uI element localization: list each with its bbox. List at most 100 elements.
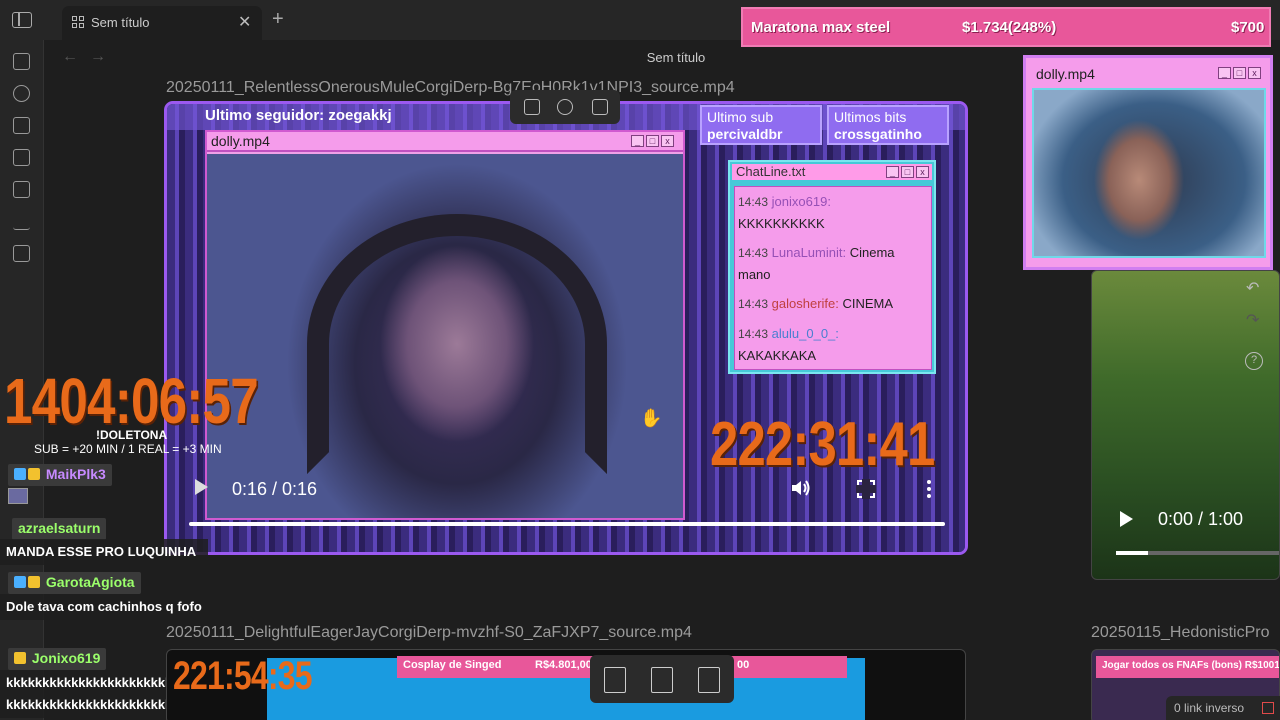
chat-line: 14:43 galosherife: CINEMA xyxy=(738,293,928,315)
video-progress-bar[interactable] xyxy=(189,522,945,526)
redo-icon[interactable]: ↷ xyxy=(1246,310,1259,330)
files-icon[interactable] xyxy=(13,53,30,70)
forward-button[interactable]: → xyxy=(90,48,106,66)
chat-user: galosherife: xyxy=(771,296,839,311)
chat-window-buttons: _ □ x xyxy=(886,166,929,178)
chat-message: KKKKKKKKKK xyxy=(738,216,825,231)
play-icon[interactable] xyxy=(1120,511,1133,527)
bottom-embed-filename: 20250111_DelightfulEagerJayCorgiDerp-mvz… xyxy=(166,624,692,641)
calendar-icon[interactable] xyxy=(13,149,30,166)
chat-body: 14:43 jonixo619: KKKKKKKKKK 14:43 LunaLum… xyxy=(734,186,932,370)
floating-dolly-title: dolly.mp4 xyxy=(1036,66,1095,82)
subathon-timer: 1404:06:57 xyxy=(4,365,259,437)
copy-icon[interactable] xyxy=(13,181,30,198)
tab-sem-titulo[interactable]: Sem título ✕ xyxy=(62,6,262,40)
chat-line: 14:43 alulu_0_0_: KAKAKKAKA xyxy=(738,323,928,366)
help-icon[interactable]: ? xyxy=(1245,352,1263,370)
last-sub-label: Ultimo sub xyxy=(707,109,774,125)
sidebar-toggle-icon[interactable] xyxy=(12,12,32,28)
chat-user: jonixo619: xyxy=(771,194,831,209)
last-bits-value: crossgatinho xyxy=(834,126,922,142)
back-button[interactable]: ← xyxy=(62,48,78,66)
overlay-timer: 222:31:41 xyxy=(710,410,935,479)
chat-message: CINEMA xyxy=(842,296,894,311)
floating-dolly-window[interactable]: dolly.mp4 _ □ x xyxy=(1023,55,1273,270)
floating-webcam-video xyxy=(1032,88,1266,258)
user-name: GarotaAgiota xyxy=(45,574,135,590)
stream-chat-user: MaikPlk3 xyxy=(8,464,112,486)
fullscreen-icon[interactable] xyxy=(856,479,876,499)
close-tab-icon[interactable]: ✕ xyxy=(238,12,251,32)
right-video-progress-fill xyxy=(1116,551,1148,555)
badge-icon xyxy=(14,576,26,588)
inner-dolly-window: dolly.mp4 _ □ x xyxy=(205,130,685,520)
crown-icon xyxy=(28,576,40,588)
bottom-goal-amount-2: 00 xyxy=(737,659,750,671)
banner-amount: $1.734(248%) xyxy=(962,19,1057,36)
subathon-rules: SUB = +20 MIN / 1 REAL = +3 MIN xyxy=(34,442,222,456)
banner-goal: $700 xyxy=(1231,19,1265,36)
bottom-overlay-timer: 221:54:35 xyxy=(173,654,313,698)
bottom-right-filename: 20250115_HedonisticPro xyxy=(1091,624,1270,641)
bottom-right-goal-text: Jogar todos os FNAFs (bons) R$10015 xyxy=(1102,660,1280,671)
chat-window: ChatLine.txt _ □ x 14:43 jonixo619: KKKKKKK… xyxy=(728,160,936,374)
hand-cursor-icon: ✋ xyxy=(640,408,663,428)
document-title: Sem título xyxy=(646,50,706,65)
play-icon[interactable] xyxy=(195,479,208,495)
more-options-icon[interactable] xyxy=(927,480,931,498)
right-video-progress[interactable] xyxy=(1116,551,1279,555)
last-bits-box: Ultimos bits crossgatinho xyxy=(827,105,949,145)
last-sub-box: Ultimo sub percivaldbr xyxy=(700,105,822,145)
file-image-icon[interactable] xyxy=(698,667,720,693)
graph-icon[interactable] xyxy=(13,85,30,102)
stream-chat-message: Dole tava com cachinhos q fofo xyxy=(0,594,208,620)
crown-icon xyxy=(28,468,40,480)
status-bar: 0 link inverso xyxy=(1166,696,1280,720)
chat-user: alulu_0_0_: xyxy=(771,326,839,341)
main-embed-filename: 20250111_RelentlessOnerousMuleCorgiDerp-… xyxy=(166,79,735,96)
chat-user: LunaLuminit: xyxy=(771,245,847,260)
canvas-icon xyxy=(72,16,84,28)
bottom-video-embed[interactable]: Cosplay de Singed R$4.801,00 00 221:54:3… xyxy=(166,649,966,720)
chat-time: 14:43 xyxy=(738,327,769,341)
list-icon[interactable] xyxy=(13,245,30,262)
tab-label: Sem título xyxy=(91,15,150,30)
zoom-icon[interactable] xyxy=(592,99,608,115)
backlinks-count[interactable]: 0 link inverso xyxy=(1174,701,1244,715)
inner-dolly-title: dolly.mp4 xyxy=(211,133,270,149)
last-sub-value: percivaldbr xyxy=(707,126,783,142)
stream-chat-message: MANDA ESSE PRO LUQUINHA xyxy=(0,539,208,565)
file-icon[interactable] xyxy=(604,667,626,693)
file-toolbar xyxy=(590,655,734,703)
subathon-caption: !DOLETONA xyxy=(96,428,168,442)
chat-titlebar: ChatLine.txt _ □ x xyxy=(732,164,932,180)
file-text-icon[interactable] xyxy=(651,667,673,693)
chat-time: 14:43 xyxy=(738,195,769,209)
chat-title: ChatLine.txt xyxy=(736,164,806,179)
user-name: Jonixo619 xyxy=(31,650,101,666)
new-tab-button[interactable]: + xyxy=(272,9,284,29)
window-buttons: _ □ x xyxy=(631,135,674,147)
chat-line: 14:43 LunaLuminit: Cinema mano xyxy=(738,242,928,285)
no-link-icon[interactable] xyxy=(1262,702,1274,714)
trash-icon[interactable] xyxy=(524,99,540,115)
undo-icon[interactable]: ↶ xyxy=(1246,278,1259,298)
crown-icon xyxy=(14,652,26,664)
chat-time: 14:43 xyxy=(738,297,769,311)
user-name: MaikPlk3 xyxy=(45,466,106,482)
palette-icon[interactable] xyxy=(557,99,573,115)
bottom-goal-amount: R$4.801,00 xyxy=(535,659,592,671)
embed-toolbar xyxy=(510,90,620,124)
grid-icon[interactable] xyxy=(13,117,30,134)
headphones-shape xyxy=(307,214,607,474)
donation-goal-banner: Maratona max steel $1.734(248%) $700 xyxy=(741,7,1271,47)
right-video-time: 0:00 / 1:00 xyxy=(1158,509,1244,529)
last-follower-text: Ultimo seguidor: zoegakkj xyxy=(205,107,392,124)
stream-chat-user: azraelsaturn xyxy=(12,518,107,540)
chat-time: 14:43 xyxy=(738,246,769,260)
chat-message: KAKAKKAKA xyxy=(738,348,817,363)
terminal-icon[interactable] xyxy=(13,213,30,230)
volume-icon[interactable] xyxy=(790,478,812,498)
main-video-embed[interactable]: Ultimo seguidor: zoegakkj Ultimo sub per… xyxy=(164,101,968,555)
webcam-video xyxy=(207,154,683,518)
